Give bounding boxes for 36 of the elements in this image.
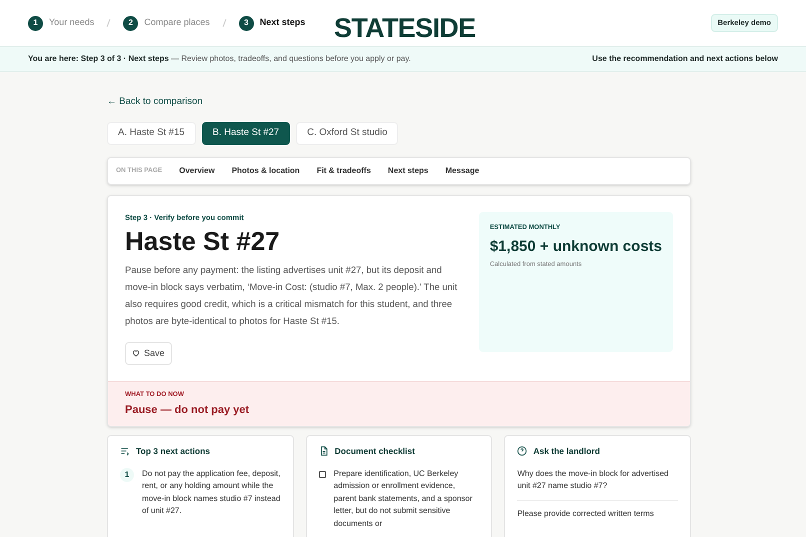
listing-tab[interactable]: C. Oxford St studio [296, 122, 398, 145]
document-icon [318, 446, 329, 456]
banner-message: Pause — do not pay yet [125, 402, 250, 418]
list-icon [120, 446, 130, 456]
step-number: 1 [28, 16, 43, 30]
nav-link[interactable]: Photos & location [232, 165, 300, 177]
card-title: Ask the landlord [533, 445, 600, 458]
listing-title: Haste St #27 [125, 225, 281, 258]
step-number: 2 [123, 16, 138, 30]
banner-hint: Use the recommendation and next actions below [592, 53, 778, 65]
landlord-question: Why does the move-in block for advertised unit #27 name studio #7? [517, 468, 678, 501]
checkbox[interactable] [318, 470, 326, 478]
checklist-text: Prepare identification, UC Berkeley admission or enrollment evidence, parent bank statements, and a sponsor letter, but do not submit sensitive documents or [334, 468, 474, 530]
nav-link[interactable]: Message [445, 165, 480, 177]
logo: STATESIDE [334, 12, 476, 45]
summary-text: Pause before any payment: the listing advertises unit #27, but its deposit and move-in block says verbatim, ‘Move-in Cost: (studio #7, Max. 2 people).’ The unit also requires good credit, which is a critical mismatch for this student, and three photos are byte-identical to photos for Haste St #15. [125, 264, 458, 328]
listing-tab[interactable]: B. Haste St #27 [202, 122, 290, 145]
estimate-amount: $1,850 + unknown costs [490, 236, 662, 257]
nav-link[interactable]: Next steps [388, 165, 428, 177]
step-number: 3 [238, 16, 254, 30]
action-number: 1 [120, 468, 134, 482]
action-text: Do not pay the application fee, deposit, rent, or any holding amount while the move-in block names studio #7 instead of unit #27. [142, 468, 281, 518]
landlord-question: Please provide corrected written terms [517, 508, 655, 520]
heart-icon [132, 349, 140, 358]
nav-link[interactable]: Fit & tradeoffs [316, 165, 371, 177]
card-title: Top 3 next actions [136, 445, 210, 458]
back-link[interactable]: ← Back to comparison [107, 96, 203, 107]
step-label[interactable]: Compare places [144, 16, 210, 30]
step-label[interactable]: Next steps [260, 16, 306, 30]
question-icon [517, 446, 528, 456]
step-label[interactable]: Your needs [49, 16, 94, 30]
save-button[interactable]: Save [125, 342, 172, 365]
card-title: Document checklist [334, 445, 415, 458]
listing-tab[interactable]: A. Haste St #15 [107, 122, 196, 145]
location-banner-text: You are here: Step 3 of 3 · Next steps — Review photos, tradeoffs, and questions before you apply or pay. [28, 53, 411, 65]
nav-link[interactable]: Overview [179, 165, 215, 177]
